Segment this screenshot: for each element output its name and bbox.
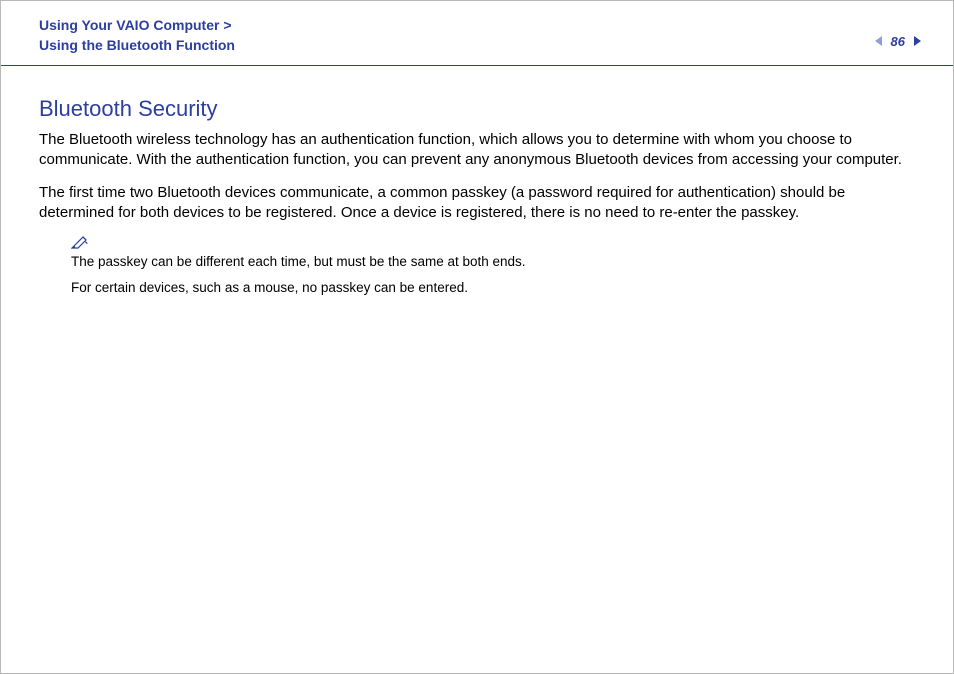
page-navigator: 86 (873, 16, 923, 49)
section-title: Bluetooth Security (39, 96, 915, 122)
page-header: Using Your VAIO Computer > Using the Blu… (1, 1, 953, 66)
note-line-1: The passkey can be different each time, … (71, 253, 915, 271)
paragraph-1: The Bluetooth wireless technology has an… (39, 130, 915, 171)
breadcrumb[interactable]: Using Your VAIO Computer > Using the Blu… (39, 16, 235, 55)
breadcrumb-line-2: Using the Bluetooth Function (39, 37, 235, 53)
page-number: 86 (891, 34, 905, 49)
prev-page-icon[interactable] (873, 35, 885, 49)
next-page-icon[interactable] (911, 35, 923, 49)
paragraph-2: The first time two Bluetooth devices com… (39, 183, 915, 224)
note-block: The passkey can be different each time, … (71, 235, 915, 297)
breadcrumb-line-1: Using Your VAIO Computer > (39, 17, 232, 33)
note-line-2: For certain devices, such as a mouse, no… (71, 279, 915, 297)
page-content: Bluetooth Security The Bluetooth wireles… (1, 66, 953, 297)
document-page: Using Your VAIO Computer > Using the Blu… (0, 0, 954, 674)
